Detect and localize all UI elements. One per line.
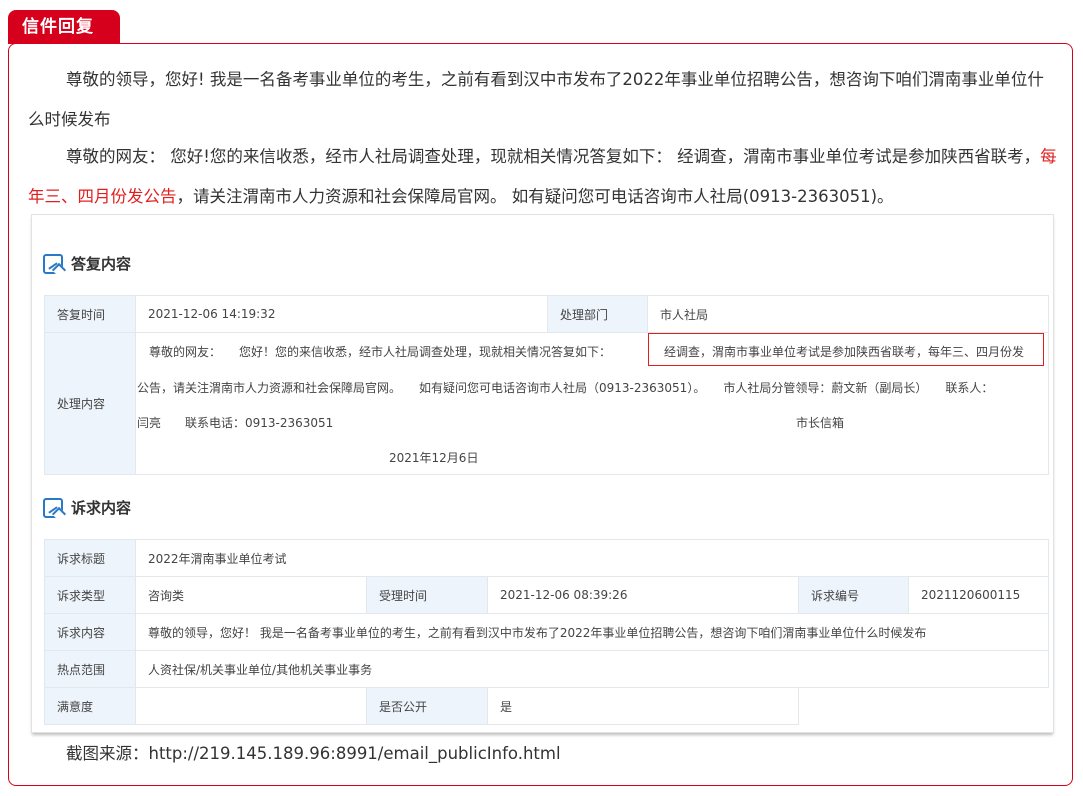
request-title-label: 诉求标题 [44, 539, 136, 577]
question-paragraph: 尊敬的领导，您好! 我是一名备考事业单位的考生，之前有看到汉中市发布了2022年… [28, 70, 1044, 129]
request-no-label: 诉求编号 [798, 576, 909, 614]
reply-dept-label: 处理部门 [547, 295, 648, 333]
request-satis-value [135, 687, 367, 725]
reply-line-1-boxed: 经调查，渭南市事业单位考试是参加陕西省联考，每年三、四月份发 [664, 345, 1025, 359]
answer-paragraph: 尊敬的网友： 您好!您的来信收悉，经市人社局调查处理，现就相关情况答复如下： 经… [28, 137, 1058, 217]
reply-line-3-right: 市长信箱 [796, 416, 845, 430]
reply-line-2: 公告，请关注渭南市人力资源和社会保障局官网。 如有疑问您可电话咨询市人社局（09… [137, 381, 994, 395]
request-satis-label: 满意度 [44, 687, 136, 725]
website-screenshot: 答复内容 答复时间 2021-12-06 14:19:32 处理部门 市人社局 … [31, 214, 1054, 733]
request-hot-label: 热点范围 [44, 650, 136, 688]
reply-line-3-left: 闫亮 联系电话：0913-2363051 [137, 416, 334, 430]
request-content-label: 诉求内容 [44, 613, 136, 651]
request-title-value: 2022年渭南事业单位考试 [135, 539, 1049, 577]
request-section-title: 诉求内容 [43, 497, 131, 518]
request-content-value: 尊敬的领导，您好！ 我是一名备考事业单位的考生，之前有看到汉中市发布了2022年… [135, 613, 1049, 651]
reply-section-title: 答复内容 [43, 253, 131, 274]
reply-content-label: 处理内容 [44, 332, 136, 475]
request-hot-value: 人资社保/机关事业单位/其他机关事业事务 [135, 650, 1049, 688]
request-no-value: 2021120600115 [908, 576, 1049, 614]
request-accept-label: 受理时间 [366, 576, 488, 614]
request-section-label: 诉求内容 [71, 499, 132, 517]
edit-chart-icon [43, 253, 63, 274]
reply-time-value: 2021-12-06 14:19:32 [135, 295, 548, 333]
reply-time-label: 答复时间 [44, 295, 136, 333]
reply-line-1: 尊敬的网友： 您好！您的来信收悉，经市人社局调查处理，现就相关情况答复如下： [149, 345, 612, 359]
answer-text-part1: 尊敬的网友： 您好!您的来信收悉，经市人社局调查处理，现就相关情况答复如下： 经… [66, 147, 1041, 166]
request-public-value: 是 [487, 687, 799, 725]
reply-dept-value: 市人社局 [647, 295, 1049, 333]
request-type-label: 诉求类型 [44, 576, 136, 614]
reply-section-label: 答复内容 [71, 255, 132, 273]
source-caption: 截图来源：http://219.145.189.96:8991/email_pu… [66, 744, 561, 763]
request-type-value: 咨询类 [135, 576, 367, 614]
edit-chart-icon [43, 497, 63, 518]
request-public-label: 是否公开 [366, 687, 488, 725]
tab-letter-reply: 信件回复 [8, 10, 120, 44]
request-accept-value: 2021-12-06 08:39:26 [487, 576, 799, 614]
answer-text-part2: ，请关注渭南市人力资源和社会保障局官网。 如有疑问您可电话咨询市人社局(0913… [176, 187, 894, 206]
reply-line-4: 2021年12月6日 [389, 451, 479, 465]
